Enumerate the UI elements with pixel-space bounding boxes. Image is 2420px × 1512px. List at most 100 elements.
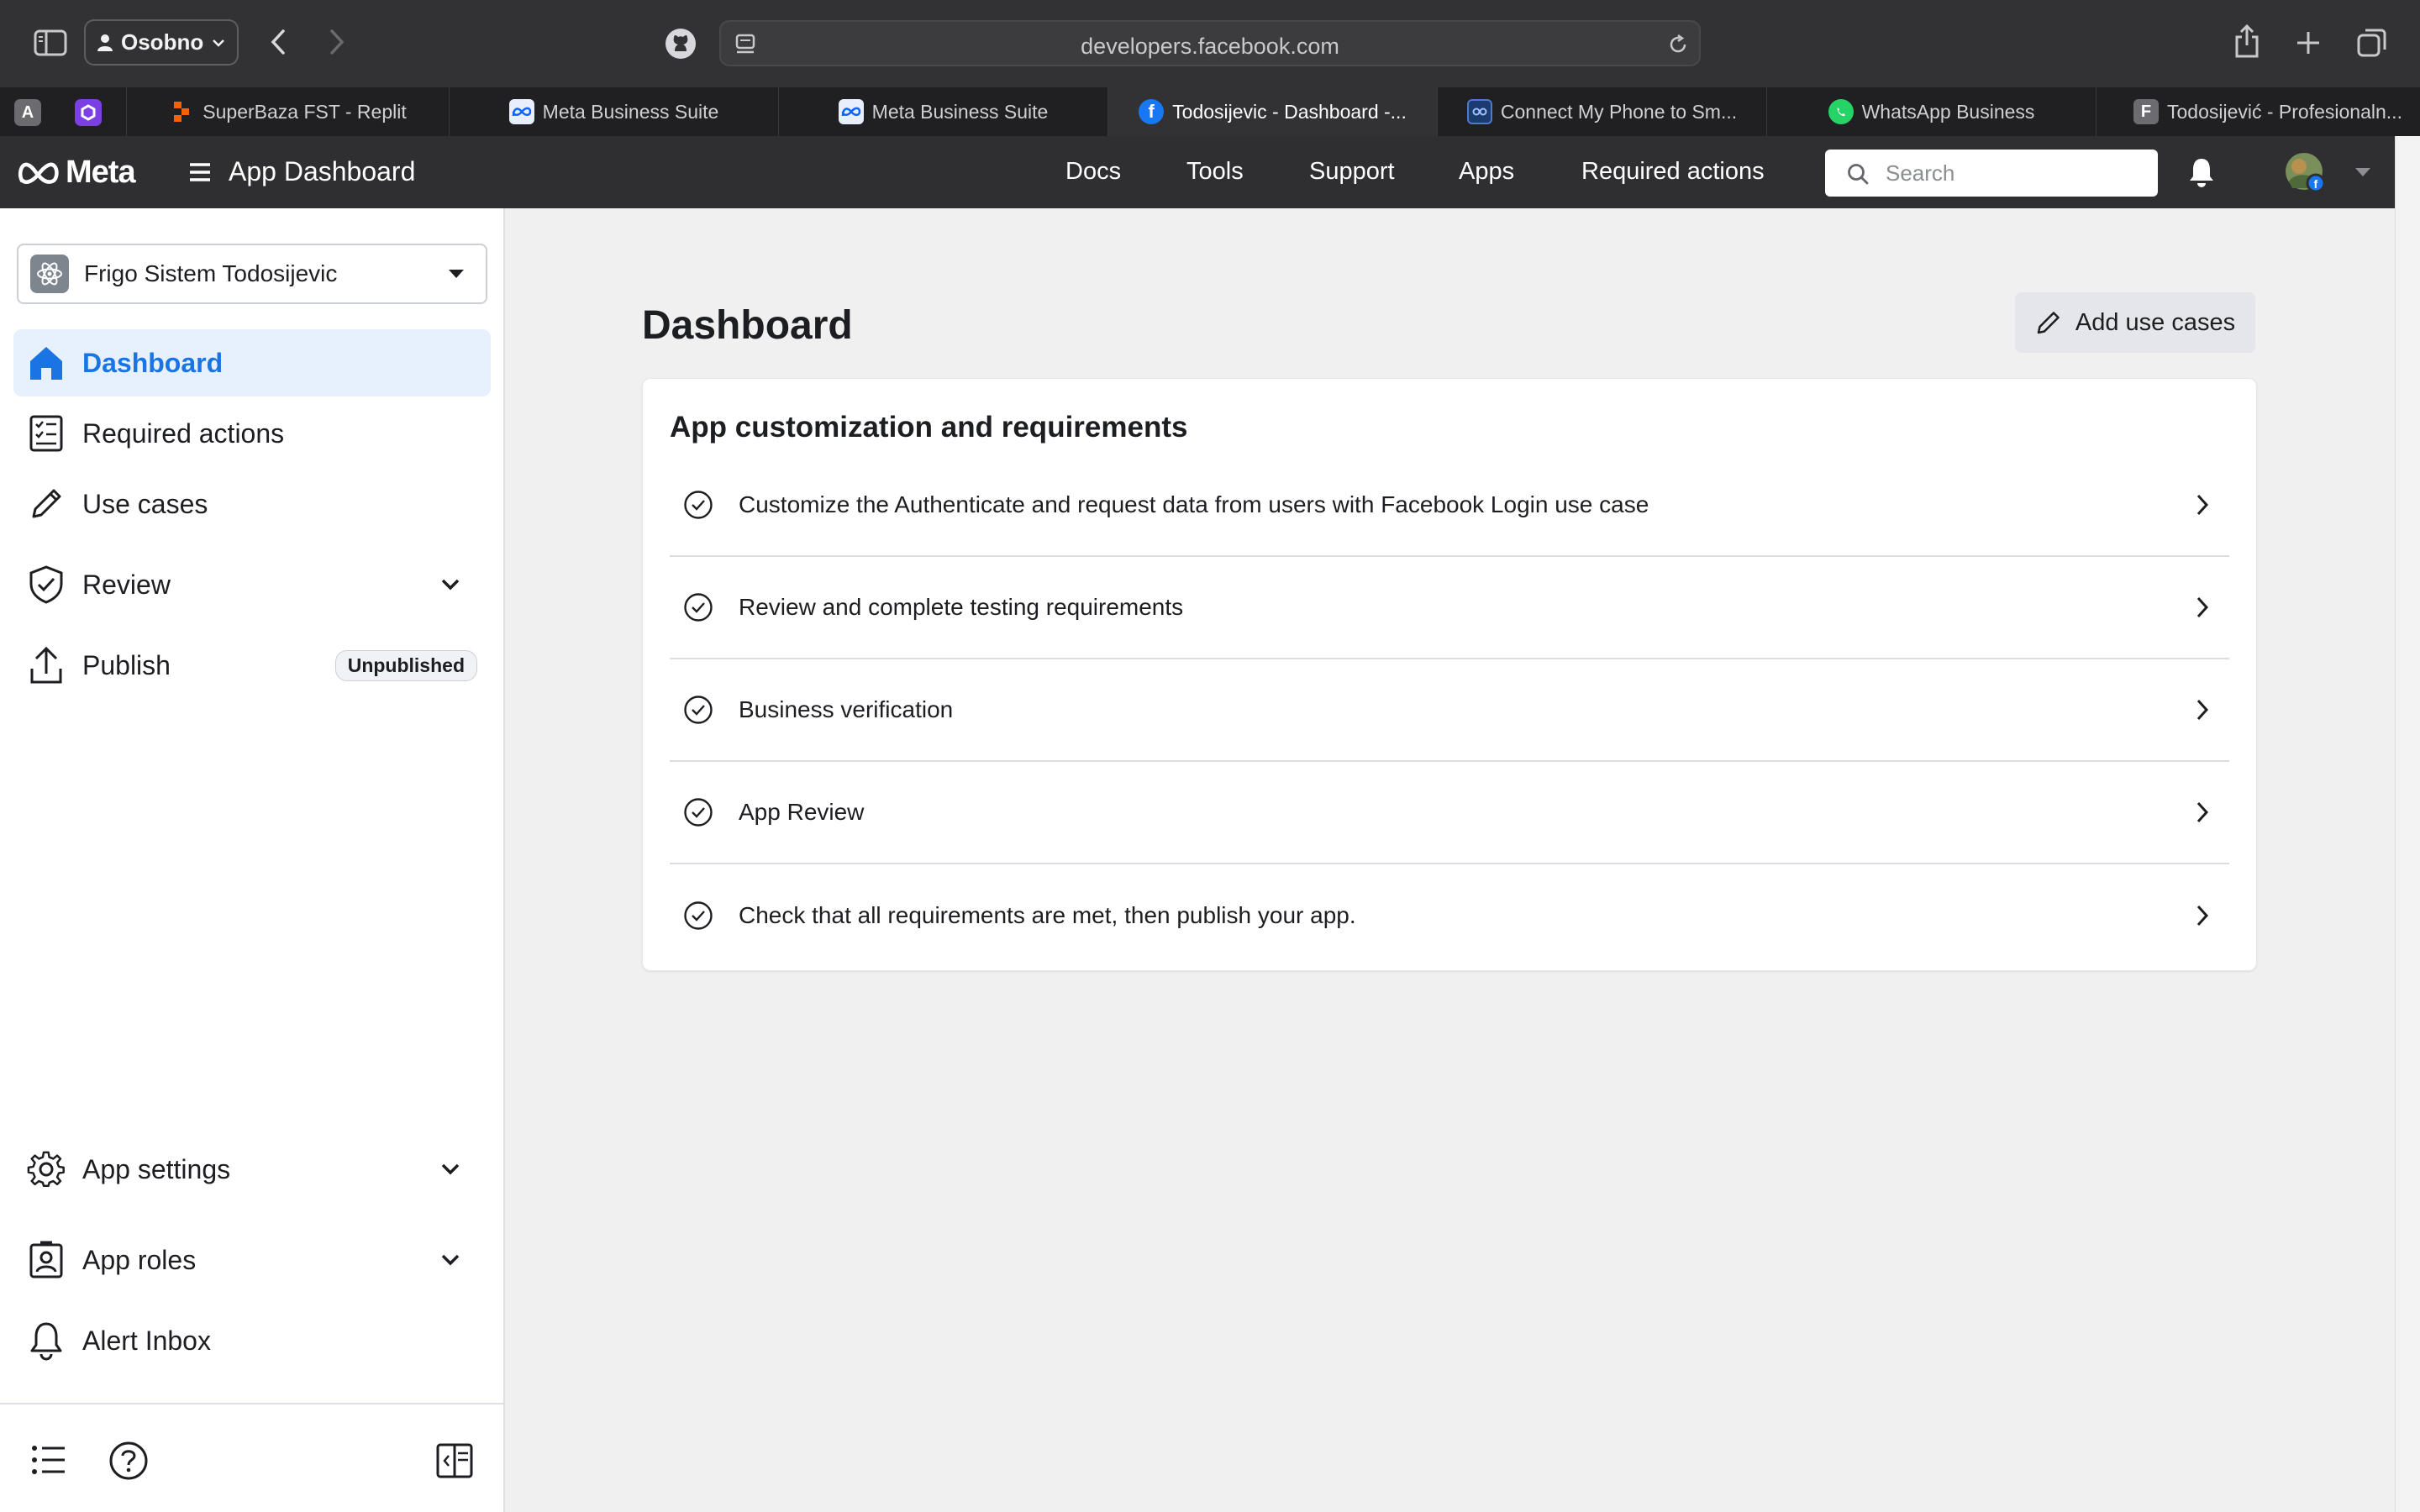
nav-search-box[interactable]: [1825, 150, 2158, 197]
app-selector-dropdown[interactable]: Frigo Sistem Todosijevic: [17, 244, 487, 304]
chevron-right-icon: [2196, 596, 2209, 618]
meta-logo-icon: [508, 99, 534, 124]
tab-meta-business-1[interactable]: Meta Business Suite: [449, 87, 778, 136]
requirement-row-publish[interactable]: Check that all requirements are met, the…: [670, 864, 2229, 967]
url-text: developers.facebook.com: [1081, 34, 1339, 59]
requirement-label: Check that all requirements are met, the…: [739, 902, 1356, 928]
check-circle-icon: [684, 798, 713, 827]
nav-required-actions[interactable]: Required actions: [1581, 158, 1765, 186]
tab-todosijevic-profesionalni[interactable]: F Todosijević - Profesionaln...: [2096, 87, 2420, 136]
tab-label: Meta Business Suite: [542, 100, 719, 123]
account-menu-caret-icon[interactable]: [2353, 165, 2373, 180]
sidebar-item-publish[interactable]: Publish Unpublished: [13, 632, 491, 699]
nav-docs[interactable]: Docs: [1065, 158, 1121, 186]
chevron-right-icon: [2196, 801, 2209, 823]
list-icon[interactable]: [30, 1441, 67, 1478]
sidebar-item-use-cases[interactable]: Use cases: [13, 470, 491, 538]
requirement-label: App Review: [739, 799, 865, 825]
sidebar-item-required-actions[interactable]: Required actions: [13, 400, 491, 467]
sidebar-item-app-settings[interactable]: App settings: [13, 1136, 491, 1203]
bell-icon: [30, 1322, 62, 1361]
forward-icon[interactable]: [324, 25, 350, 59]
check-circle-icon: [684, 901, 713, 930]
avatar-photo: f: [2286, 153, 2326, 193]
add-use-cases-button[interactable]: Add use cases: [2015, 292, 2255, 353]
requirement-row-customize-login[interactable]: Customize the Authenticate and request d…: [670, 454, 2229, 557]
card-title: App customization and requirements: [670, 411, 1188, 444]
requirement-row-business-verification[interactable]: Business verification: [670, 659, 2229, 762]
sidebar-item-label: Review: [82, 569, 171, 600]
chevron-down-icon: [441, 1163, 460, 1175]
share-icon[interactable]: [2232, 22, 2262, 60]
requirement-label: Review and complete testing requirements: [739, 594, 1184, 620]
page-scrollbar[interactable]: [2395, 136, 2420, 1512]
add-use-cases-label: Add use cases: [2075, 308, 2236, 336]
pinned-tab[interactable]: A: [14, 99, 41, 126]
address-bar[interactable]: developers.facebook.com: [719, 20, 1701, 66]
sidebar-item-review[interactable]: Review: [13, 551, 491, 618]
tab-whatsapp-business[interactable]: WhatsApp Business: [1766, 87, 2096, 136]
tab-todosijevic-dashboard[interactable]: f Todosijevic - Dashboard -...: [1107, 87, 1437, 136]
sidebar-item-label: Required actions: [82, 417, 285, 449]
tab-label: Todosijević - Profesionaln...: [2167, 100, 2402, 123]
tab-label: Connect My Phone to Sm...: [1500, 100, 1738, 123]
tab-overview-icon[interactable]: [2354, 25, 2390, 60]
account-avatar[interactable]: f: [2284, 151, 2326, 193]
meta-logo-text: Meta: [66, 155, 136, 190]
requirements-card: App customization and requirements Custo…: [642, 378, 2257, 971]
chevron-down-icon: [213, 39, 225, 47]
sidebar-item-alert-inbox[interactable]: Alert Inbox: [13, 1307, 491, 1374]
letter-f-icon: F: [2133, 99, 2159, 124]
shield-check-icon: [29, 565, 63, 604]
back-icon[interactable]: [266, 25, 291, 59]
requirement-row-testing[interactable]: Review and complete testing requirements: [670, 557, 2229, 659]
search-icon: [1845, 161, 1870, 186]
sidebar-item-dashboard[interactable]: Dashboard: [13, 329, 491, 396]
notifications-bell-icon[interactable]: [2185, 155, 2218, 190]
link-app-icon: [1466, 99, 1492, 124]
hexagon-icon: [81, 104, 96, 121]
collapse-sidebar-icon[interactable]: [434, 1440, 476, 1482]
new-tab-icon[interactable]: [2292, 27, 2324, 59]
tab-connect-phone[interactable]: Connect My Phone to Sm...: [1437, 87, 1766, 136]
meta-logo[interactable]: Meta: [17, 155, 136, 191]
nav-tools[interactable]: Tools: [1186, 158, 1244, 186]
chevron-right-icon: [2196, 699, 2209, 721]
nav-support[interactable]: Support: [1309, 158, 1395, 186]
sidebar-item-app-roles[interactable]: App roles: [13, 1226, 491, 1294]
requirement-label: Business verification: [739, 696, 954, 722]
home-icon: [30, 347, 62, 380]
chevron-down-icon: [441, 579, 460, 591]
sidebar-footer: [0, 1403, 503, 1512]
sidebar-toggle-icon[interactable]: [32, 27, 69, 59]
pinned-tab-extension[interactable]: [75, 99, 102, 126]
chevron-right-icon: [2196, 494, 2209, 516]
replit-icon: [169, 99, 194, 124]
check-circle-icon: [684, 593, 713, 622]
tab-meta-business-2[interactable]: Meta Business Suite: [778, 87, 1107, 136]
profile-button[interactable]: Osobno: [84, 19, 239, 66]
meta-logo-icon: [838, 99, 864, 124]
reload-icon[interactable]: [1665, 32, 1691, 57]
browser-toolbar: Osobno developers.facebook.com: [0, 0, 2420, 87]
tab-replit[interactable]: SuperBaza FST - Replit: [126, 87, 449, 136]
requirement-row-app-review[interactable]: App Review: [670, 762, 2229, 864]
hamburger-menu-icon[interactable]: [187, 158, 213, 186]
svg-text:f: f: [2314, 177, 2318, 191]
help-icon[interactable]: [108, 1440, 150, 1482]
check-circle-icon: [684, 696, 713, 724]
profile-label: Osobno: [121, 29, 204, 55]
sidebar-item-label: App settings: [82, 1153, 231, 1184]
sidebar-item-label: Use cases: [82, 488, 208, 519]
sidebar-item-label: Alert Inbox: [82, 1325, 211, 1356]
requirement-label: Customize the Authenticate and request d…: [739, 491, 1649, 517]
nav-apps[interactable]: Apps: [1459, 158, 1514, 186]
search-input[interactable]: [1886, 158, 2138, 188]
upload-icon: [30, 646, 62, 684]
tab-label: WhatsApp Business: [1861, 100, 2035, 123]
tab-label: SuperBaza FST - Replit: [203, 100, 407, 123]
pencil-icon: [32, 489, 61, 518]
sidebar: Frigo Sistem Todosijevic Dashboard Requi…: [0, 208, 505, 1512]
github-extension-icon[interactable]: [664, 27, 697, 60]
tab-bar: A SuperBaza FST - Replit Meta Business S…: [0, 87, 2420, 136]
